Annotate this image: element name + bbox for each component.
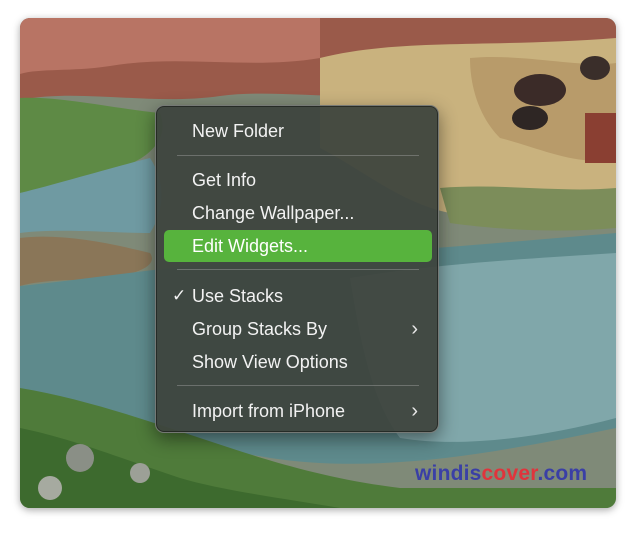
menu-separator [177,155,419,156]
checkmark-icon: ✓ [172,286,187,305]
watermark-text: cover [481,462,538,485]
menu-item-change-wallpaper[interactable]: Change Wallpaper... [164,197,432,229]
menu-item-label: Get Info [192,170,257,190]
menu-item-get-info[interactable]: Get Info [164,164,432,196]
menu-item-label: Group Stacks By [192,319,328,339]
watermark-text: windis [415,462,482,485]
menu-item-use-stacks[interactable]: ✓ Use Stacks [164,280,432,312]
menu-item-label: Edit Widgets... [192,236,309,256]
menu-item-show-view-options[interactable]: Show View Options [164,346,432,378]
menu-item-group-stacks-by[interactable]: Group Stacks By › [164,313,432,345]
site-watermark: windiscover.com [415,462,587,486]
chevron-right-icon: › [411,318,418,340]
watermark-text: .com [537,462,588,485]
menu-item-new-folder[interactable]: New Folder [164,115,432,147]
menu-item-label: Show View Options [192,352,348,372]
chevron-right-icon: › [411,400,418,422]
menu-item-label: Import from iPhone [192,401,346,421]
menu-item-edit-widgets[interactable]: Edit Widgets... [164,230,432,262]
menu-separator [177,385,419,386]
menu-separator [177,269,419,270]
desktop-context-menu: New Folder Get Info Change Wallpaper... … [155,105,439,433]
menu-item-label: Use Stacks [192,286,284,306]
menu-item-label: New Folder [192,121,285,141]
menu-item-label: Change Wallpaper... [192,203,355,223]
menu-item-import-from-iphone[interactable]: Import from iPhone › [164,395,432,427]
